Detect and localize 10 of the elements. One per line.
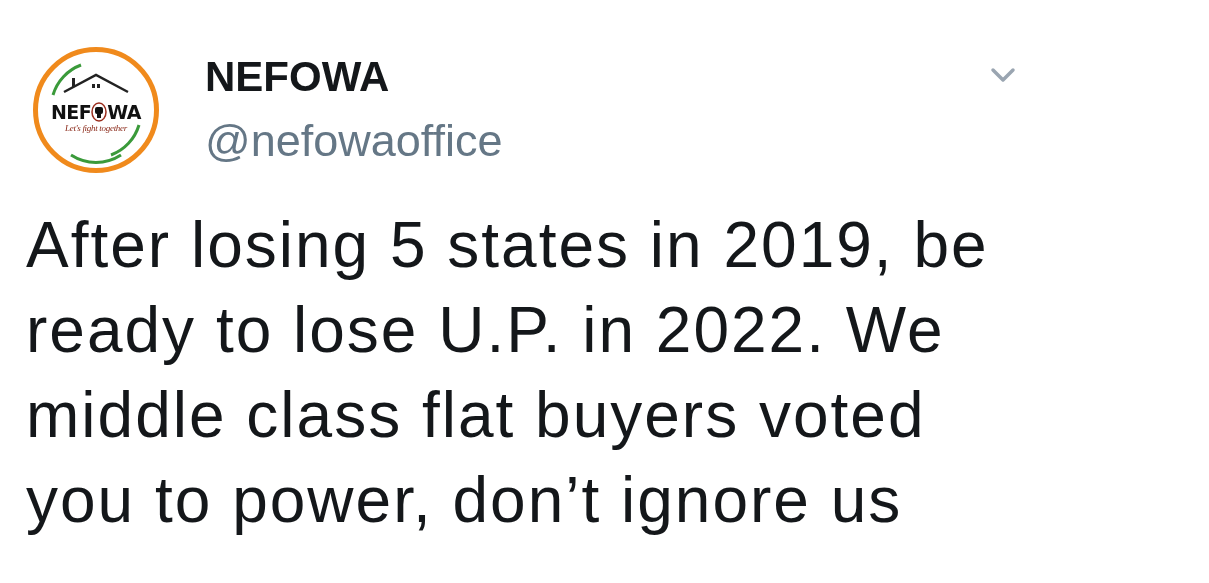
logo-tagline: Let's fight together — [65, 123, 127, 133]
logo-text: WA — [107, 101, 142, 123]
user-handle[interactable]: @nefowaoffice — [205, 115, 503, 167]
logo-text: NEF — [50, 101, 92, 123]
display-name[interactable]: NEFOWA — [205, 53, 390, 101]
fist-icon — [91, 102, 108, 122]
avatar[interactable]: NEF WA Let's fight together — [33, 47, 159, 173]
chevron-down-icon[interactable] — [990, 67, 1016, 83]
house-icon — [62, 72, 130, 94]
tweet-text: After losing 5 states in 2019, be ready to lose U.P. in 2022. We middle class flat buyers voted you to power, don’t ignore us — [25, 208, 990, 538]
